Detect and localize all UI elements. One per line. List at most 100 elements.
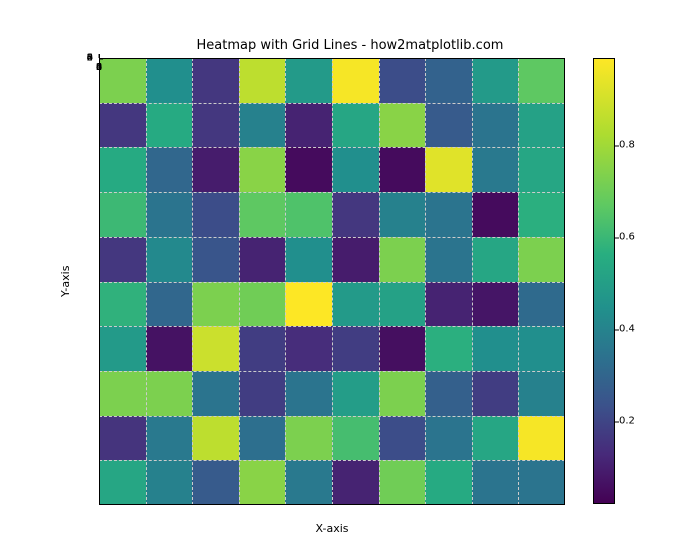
heatmap-cell [472, 326, 519, 371]
heatmap-cell [239, 371, 286, 416]
heatmap-cell [285, 192, 332, 237]
heatmap-cell [99, 103, 146, 148]
heatmap-plot: 0 2 4 6 8 0 2 4 6 8 [99, 58, 565, 505]
heatmap-cell [472, 371, 519, 416]
heatmap-cell [285, 282, 332, 327]
heatmap-cell [239, 282, 286, 327]
heatmap-cell [518, 282, 565, 327]
colorbar-gradient [593, 58, 615, 504]
heatmap-cell [99, 58, 146, 103]
heatmap-cell [332, 58, 379, 103]
heatmap-cell [472, 147, 519, 192]
heatmap-cell [472, 192, 519, 237]
heatmap-cell [192, 192, 239, 237]
heatmap-cell [285, 147, 332, 192]
heatmap-cell [518, 460, 565, 505]
heatmap-cell [239, 326, 286, 371]
heatmap-cell [472, 460, 519, 505]
heatmap-cell [146, 371, 193, 416]
heatmap-cell [192, 147, 239, 192]
heatmap-cell [425, 371, 472, 416]
heatmap-cell [146, 103, 193, 148]
heatmap-cell [192, 103, 239, 148]
heatmap-cell [285, 326, 332, 371]
heatmap-cell [379, 58, 426, 103]
heatmap-cell [285, 460, 332, 505]
heatmap-cell [518, 103, 565, 148]
y-axis-label: Y-axis [59, 58, 73, 505]
heatmap-cell [379, 282, 426, 327]
heatmap-cell [146, 192, 193, 237]
heatmap-cell [99, 147, 146, 192]
heatmap-cell [425, 147, 472, 192]
colorbar-tick: 0.8 [619, 140, 635, 151]
heatmap-cell [425, 326, 472, 371]
heatmap-cell [472, 416, 519, 461]
chart-title: Heatmap with Grid Lines - how2matplotlib… [0, 38, 700, 53]
heatmap-cell [379, 460, 426, 505]
heatmap-cell [425, 282, 472, 327]
heatmap-cell [518, 58, 565, 103]
heatmap-cell [332, 416, 379, 461]
figure: Heatmap with Grid Lines - how2matplotlib… [0, 0, 700, 560]
colorbar-tick: 0.2 [619, 416, 635, 427]
colorbar: 0.2 0.4 0.6 0.8 [593, 58, 615, 504]
heatmap-cell [285, 371, 332, 416]
heatmap-cell [146, 282, 193, 327]
heatmap-cell [332, 326, 379, 371]
heatmap-cell [192, 371, 239, 416]
heatmap-cell [472, 103, 519, 148]
heatmap-cell [379, 326, 426, 371]
heatmap-cell [425, 103, 472, 148]
heatmap-cell [379, 416, 426, 461]
heatmap-cell [99, 371, 146, 416]
heatmap-cell [379, 371, 426, 416]
colorbar-tick: 0.4 [619, 324, 635, 335]
heatmap-cell [192, 58, 239, 103]
heatmap-cell [239, 237, 286, 282]
heatmap-cell [472, 237, 519, 282]
heatmap-cell [239, 103, 286, 148]
heatmap-cell [518, 326, 565, 371]
heatmap-cell [192, 326, 239, 371]
heatmap-cell [425, 58, 472, 103]
heatmap-cell [518, 147, 565, 192]
heatmap-cell [192, 282, 239, 327]
heatmap-cell [285, 103, 332, 148]
heatmap-cell [285, 237, 332, 282]
heatmap-cell [239, 147, 286, 192]
heatmap-cell [99, 460, 146, 505]
heatmap-cell [99, 237, 146, 282]
x-axis-label: X-axis [99, 522, 565, 535]
heatmap-cell [332, 192, 379, 237]
heatmap-cell [425, 460, 472, 505]
heatmap-cell [472, 282, 519, 327]
heatmap-cell [425, 192, 472, 237]
heatmap-cell [518, 371, 565, 416]
heatmap-cell [192, 460, 239, 505]
heatmap-cell [192, 237, 239, 282]
heatmap-cell [518, 416, 565, 461]
heatmap-cell [379, 103, 426, 148]
heatmap-cell [146, 58, 193, 103]
heatmap-cell [239, 460, 286, 505]
heatmap-cell [239, 58, 286, 103]
heatmap-cell [518, 237, 565, 282]
heatmap-cell [285, 58, 332, 103]
heatmap-cells [99, 58, 565, 505]
heatmap-cell [146, 460, 193, 505]
heatmap-cell [146, 326, 193, 371]
heatmap-cell [239, 192, 286, 237]
heatmap-cell [146, 416, 193, 461]
heatmap-cell [146, 147, 193, 192]
heatmap-cell [332, 103, 379, 148]
heatmap-cell [379, 192, 426, 237]
heatmap-cell [332, 371, 379, 416]
heatmap-cell [518, 192, 565, 237]
heatmap-cell [379, 147, 426, 192]
heatmap-cell [99, 282, 146, 327]
heatmap-cell [332, 237, 379, 282]
heatmap-cell [99, 192, 146, 237]
heatmap-cell [332, 282, 379, 327]
heatmap-cell [332, 147, 379, 192]
